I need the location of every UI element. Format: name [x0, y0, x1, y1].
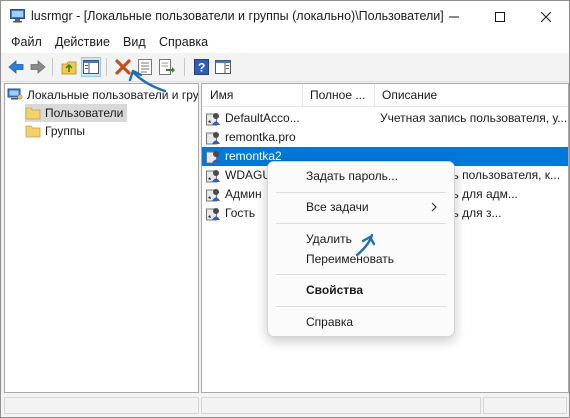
tree-root-label: Локальные пользователи и гру — [27, 88, 199, 102]
minimize-button[interactable] — [431, 1, 477, 33]
up-folder-icon — [61, 61, 77, 74]
menu-help[interactable]: Справка — [157, 35, 210, 49]
user-name: Админ — [225, 187, 262, 201]
user-icon — [206, 208, 220, 221]
menu-bar: Файл Действие Вид Справка — [1, 33, 569, 53]
svg-text:?: ? — [198, 61, 205, 75]
menu-separator — [276, 306, 446, 307]
menu-view[interactable]: Вид — [121, 35, 148, 49]
list-header: Имя Полное ... Описание — [202, 84, 568, 107]
column-name[interactable]: Имя — [210, 88, 233, 102]
tree-pane: Локальные пользователи и гру Пользовател… — [4, 83, 199, 393]
computer-users-icon — [7, 88, 23, 100]
computer-users-icon — [10, 9, 25, 23]
column-divider[interactable] — [302, 84, 303, 106]
menu-file[interactable]: Файл — [9, 35, 44, 49]
column-fullname[interactable]: Полное ... — [310, 88, 365, 102]
folder-icon — [25, 107, 41, 120]
delete-button[interactable] — [113, 57, 133, 77]
toolbar: ? — [1, 53, 569, 82]
menu-separator — [276, 274, 446, 275]
close-button[interactable] — [523, 1, 569, 33]
table-row[interactable]: DefaultAcco... Учетная запись пользовате… — [202, 109, 568, 128]
back-arrow-icon — [8, 60, 24, 74]
delete-icon — [115, 59, 131, 75]
export-list-button[interactable] — [157, 57, 177, 77]
folder-icon — [25, 125, 41, 138]
user-name: remontka.pro — [225, 130, 296, 144]
tree-root[interactable]: Локальные пользователи и гру — [7, 86, 199, 104]
show-hide-tree-icon — [83, 60, 99, 74]
menu-item-help[interactable]: Справка — [306, 315, 353, 329]
minimize-icon — [449, 16, 459, 18]
properties-icon — [138, 59, 152, 75]
tree-item-label: Пользователи — [45, 106, 124, 120]
user-name: WDAGU — [225, 168, 271, 182]
table-row[interactable]: remontka.pro — [202, 128, 568, 147]
user-description: Учетная запись пользователя, у... — [380, 111, 568, 125]
status-cell — [483, 397, 567, 414]
close-icon — [541, 12, 551, 22]
toolbar-separator — [184, 58, 185, 76]
column-description[interactable]: Описание — [382, 88, 437, 102]
toolbar-separator — [106, 58, 107, 76]
toolbar-separator — [52, 58, 53, 76]
back-button[interactable] — [6, 57, 26, 77]
user-icon — [206, 170, 220, 183]
up-level-button[interactable] — [59, 57, 79, 77]
window-title: lusrmgr - [Локальные пользователи и груп… — [31, 9, 444, 23]
menu-item-delete[interactable]: Удалить — [306, 232, 352, 246]
user-icon — [206, 189, 220, 202]
status-bar — [1, 393, 569, 417]
forward-arrow-icon — [30, 60, 46, 74]
user-icon — [206, 132, 220, 145]
user-name: DefaultAcco... — [225, 111, 300, 125]
status-cell — [4, 397, 199, 414]
status-cell — [201, 397, 481, 414]
menu-item-rename[interactable]: Переименовать — [306, 252, 394, 266]
chevron-right-icon — [431, 202, 437, 212]
tree-item-label: Группы — [45, 124, 85, 138]
menu-item-set-password[interactable]: Задать пароль... — [306, 169, 398, 183]
menu-separator — [276, 192, 446, 193]
help-button[interactable]: ? — [191, 57, 211, 77]
user-icon — [206, 113, 220, 126]
maximize-button[interactable] — [477, 1, 523, 33]
help-icon: ? — [193, 59, 209, 75]
action-pane-icon — [215, 60, 231, 74]
menu-item-properties[interactable]: Свойства — [306, 283, 363, 297]
tree-item-groups[interactable]: Группы — [25, 122, 85, 140]
show-hide-tree-button[interactable] — [81, 57, 101, 77]
menu-item-all-tasks[interactable]: Все задачи — [306, 200, 369, 214]
tree-item-users[interactable]: Пользователи — [25, 104, 128, 122]
forward-button[interactable] — [28, 57, 48, 77]
column-divider[interactable] — [374, 84, 375, 106]
maximize-icon — [495, 12, 505, 22]
properties-button[interactable] — [135, 57, 155, 77]
window: lusrmgr - [Локальные пользователи и груп… — [0, 0, 570, 418]
menu-action[interactable]: Действие — [53, 35, 112, 49]
export-list-icon — [159, 59, 175, 75]
title-bar: lusrmgr - [Локальные пользователи и груп… — [1, 1, 569, 33]
user-name: Гость — [225, 206, 256, 220]
context-menu: Задать пароль... Все задачи Удалить Пере… — [267, 161, 455, 337]
action-pane-button[interactable] — [213, 57, 233, 77]
menu-separator — [276, 223, 446, 224]
user-icon — [206, 151, 220, 164]
